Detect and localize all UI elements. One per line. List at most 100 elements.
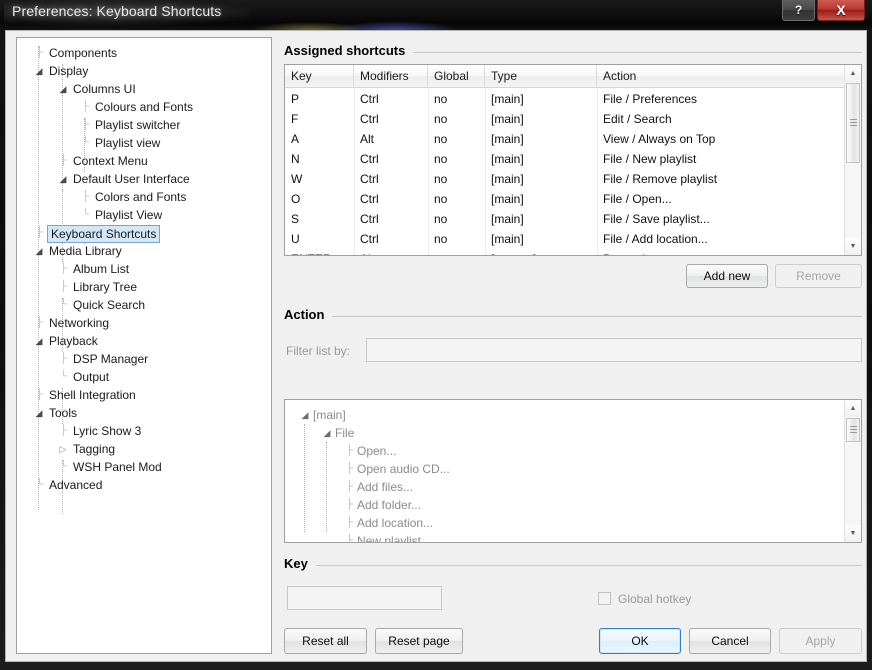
preferences-category-tree[interactable]: ├ Components ◢ Display ◢ Columns UI ├ Colours a…	[16, 37, 272, 654]
sidebar-item-display[interactable]: ◢ Display	[17, 62, 271, 80]
sidebar-item-playback[interactable]: ◢ Playback	[17, 332, 271, 350]
table-header-row: Key Modifiers Global Type Action	[285, 65, 861, 88]
sidebar-item-tagging[interactable]: ▷ Tagging	[17, 440, 271, 458]
tree-connector-icon: ├	[81, 119, 89, 130]
action-tree-item[interactable]: ◢ [main]	[285, 406, 861, 424]
sidebar-item-label: Networking	[49, 316, 110, 330]
sidebar-item-wsh-panel-mod[interactable]: └ WSH Panel Mod	[17, 458, 271, 476]
sidebar-item-default-user-interface[interactable]: ◢ Default User Interface	[17, 170, 271, 188]
tree-expanded-arrow-icon[interactable]: ◢	[33, 332, 45, 350]
sidebar-item-output[interactable]: └ Output	[17, 368, 271, 386]
assigned-shortcuts-table[interactable]: Key Modifiers Global Type Action P Ctrl no [mai…	[284, 64, 862, 256]
cancel-button[interactable]: Cancel	[689, 628, 771, 654]
sidebar-item-shell-integration[interactable]: ├ Shell Integration	[17, 386, 271, 404]
ok-button[interactable]: OK	[599, 628, 681, 654]
key-section-header: Key	[284, 556, 862, 574]
action-tree-item[interactable]: ├ Open audio CD...	[285, 460, 861, 478]
global-hotkey-label: Global hotkey	[618, 592, 692, 606]
action-scroll-down-arrow[interactable]: ▼	[845, 525, 861, 542]
sidebar-item-playlist-view[interactable]: └ Playlist View	[17, 206, 271, 224]
tree-connector-icon: ├	[59, 263, 67, 274]
table-column-header-action[interactable]: Action	[597, 65, 845, 87]
table-row[interactable]: F Ctrl no [main] Edit / Search	[285, 109, 861, 129]
table-column-header-global[interactable]: Global	[428, 65, 485, 87]
key-input[interactable]	[287, 586, 442, 610]
global-hotkey-checkbox[interactable]	[598, 592, 611, 605]
table-row[interactable]: N Ctrl no [main] File / New playlist	[285, 149, 861, 169]
sidebar-item-networking[interactable]: ├ Networking	[17, 314, 271, 332]
tree-connector-icon: ├	[35, 389, 43, 400]
tree-expanded-arrow-icon[interactable]: ◢	[57, 80, 69, 98]
table-row[interactable]: W Ctrl no [main] File / Remove playlist	[285, 169, 861, 189]
action-tree-item[interactable]: ├ New playlist	[285, 532, 861, 542]
table-cell-global: no	[434, 172, 448, 186]
table-scroll-up-arrow[interactable]: ▲	[845, 65, 861, 82]
table-row[interactable]: U Ctrl no [main] File / Add location...	[285, 229, 861, 249]
table-cell-type: [main]	[491, 212, 524, 226]
sidebar-item-album-list[interactable]: ├ Album List	[17, 260, 271, 278]
reset-page-button[interactable]: Reset page	[375, 628, 463, 654]
sidebar-item-media-library[interactable]: ◢ Media Library	[17, 242, 271, 260]
action-tree-scrollbar[interactable]: ▲ ▼	[844, 400, 861, 542]
tree-connector-icon: ├	[35, 47, 43, 58]
add-new-button[interactable]: Add new	[686, 264, 768, 288]
table-cell-action: File / New playlist	[603, 152, 697, 166]
table-cell-action: File / Save playlist...	[603, 212, 710, 226]
table-column-separator	[597, 88, 598, 255]
sidebar-item-lyric-show-3[interactable]: ├ Lyric Show 3	[17, 422, 271, 440]
tree-collapsed-arrow-icon[interactable]: ▷	[57, 440, 69, 458]
sidebar-item-context-menu[interactable]: ├ Context Menu	[17, 152, 271, 170]
table-column-header-modifiers[interactable]: Modifiers	[354, 65, 428, 87]
sidebar-item-tools[interactable]: ◢ Tools	[17, 404, 271, 422]
table-cell-global: no	[434, 232, 448, 246]
sidebar-item-advanced[interactable]: └ Advanced	[17, 476, 271, 494]
sidebar-item-colors-and-fonts[interactable]: ├ Colors and Fonts	[17, 188, 271, 206]
table-scroll-thumb[interactable]	[846, 83, 860, 163]
action-tree-item[interactable]: ◢ File	[285, 424, 861, 442]
sidebar-item-library-tree[interactable]: ├ Library Tree	[17, 278, 271, 296]
tree-expanded-arrow-icon[interactable]: ◢	[33, 404, 45, 422]
table-scroll-down-arrow[interactable]: ▼	[845, 238, 861, 255]
sidebar-item-colours-and-fonts[interactable]: ├ Colours and Fonts	[17, 98, 271, 116]
sidebar-item-components[interactable]: ├ Components	[17, 44, 271, 62]
sidebar-item-label: Album List	[73, 262, 130, 276]
sidebar-item-columns-ui[interactable]: ◢ Columns UI	[17, 80, 271, 98]
tree-expanded-arrow-icon[interactable]: ◢	[33, 242, 45, 260]
close-button[interactable]: X	[817, 0, 865, 21]
sidebar-item-playlist-view[interactable]: └ Playlist view	[17, 134, 271, 152]
filter-list-input[interactable]	[366, 338, 862, 362]
sidebar-item-playlist-switcher[interactable]: ├ Playlist switcher	[17, 116, 271, 134]
tree-expanded-arrow-icon[interactable]: ◢	[57, 170, 69, 188]
table-row[interactable]: A Alt no [main] View / Always on Top	[285, 129, 861, 149]
table-row[interactable]: P Ctrl no [main] File / Preferences	[285, 89, 861, 109]
key-section-rule	[315, 565, 862, 566]
reset-all-button[interactable]: Reset all	[284, 628, 367, 654]
action-tree-expanded-arrow-icon[interactable]: ◢	[321, 424, 333, 442]
sidebar-item-dsp-manager[interactable]: ├ DSP Manager	[17, 350, 271, 368]
tree-expanded-arrow-icon[interactable]: ◢	[33, 62, 45, 80]
table-row[interactable]: S Ctrl no [main] File / Save playlist...	[285, 209, 861, 229]
action-scroll-up-arrow[interactable]: ▲	[845, 400, 861, 417]
table-cell-key: ENTER	[285, 249, 354, 255]
action-scroll-grip	[850, 426, 857, 434]
table-column-header-type[interactable]: Type	[485, 65, 597, 87]
action-tree-item[interactable]: ├ Add location...	[285, 514, 861, 532]
action-tree[interactable]: ◢ [main] ◢ File ├ Open... ├ Open audio CD... ├ Ad…	[284, 399, 862, 543]
help-button[interactable]: ?	[782, 0, 815, 21]
table-column-header-key[interactable]: Key	[285, 65, 354, 87]
action-scroll-thumb[interactable]	[846, 418, 860, 442]
table-vertical-scrollbar[interactable]: ▲ ▼	[844, 65, 861, 255]
sidebar-item-quick-search[interactable]: └ Quick Search	[17, 296, 271, 314]
table-cell-modifiers: Ctrl	[360, 152, 379, 166]
table-row[interactable]: ENTERAlt [context]Properties	[285, 249, 861, 255]
sidebar-item-label: Columns UI	[73, 82, 136, 96]
action-tree-expanded-arrow-icon[interactable]: ◢	[299, 406, 311, 424]
action-tree-item[interactable]: ├ Open...	[285, 442, 861, 460]
sidebar-item-keyboard-shortcuts[interactable]: ├ Keyboard Shortcuts	[17, 224, 271, 243]
action-tree-item[interactable]: ├ Add folder...	[285, 496, 861, 514]
tree-connector-icon: └	[59, 371, 67, 382]
table-row[interactable]: O Ctrl no [main] File / Open...	[285, 189, 861, 209]
action-tree-item[interactable]: ├ Add files...	[285, 478, 861, 496]
table-cell-action: File / Open...	[603, 192, 672, 206]
sidebar-item-label: Keyboard Shortcuts	[47, 225, 161, 243]
